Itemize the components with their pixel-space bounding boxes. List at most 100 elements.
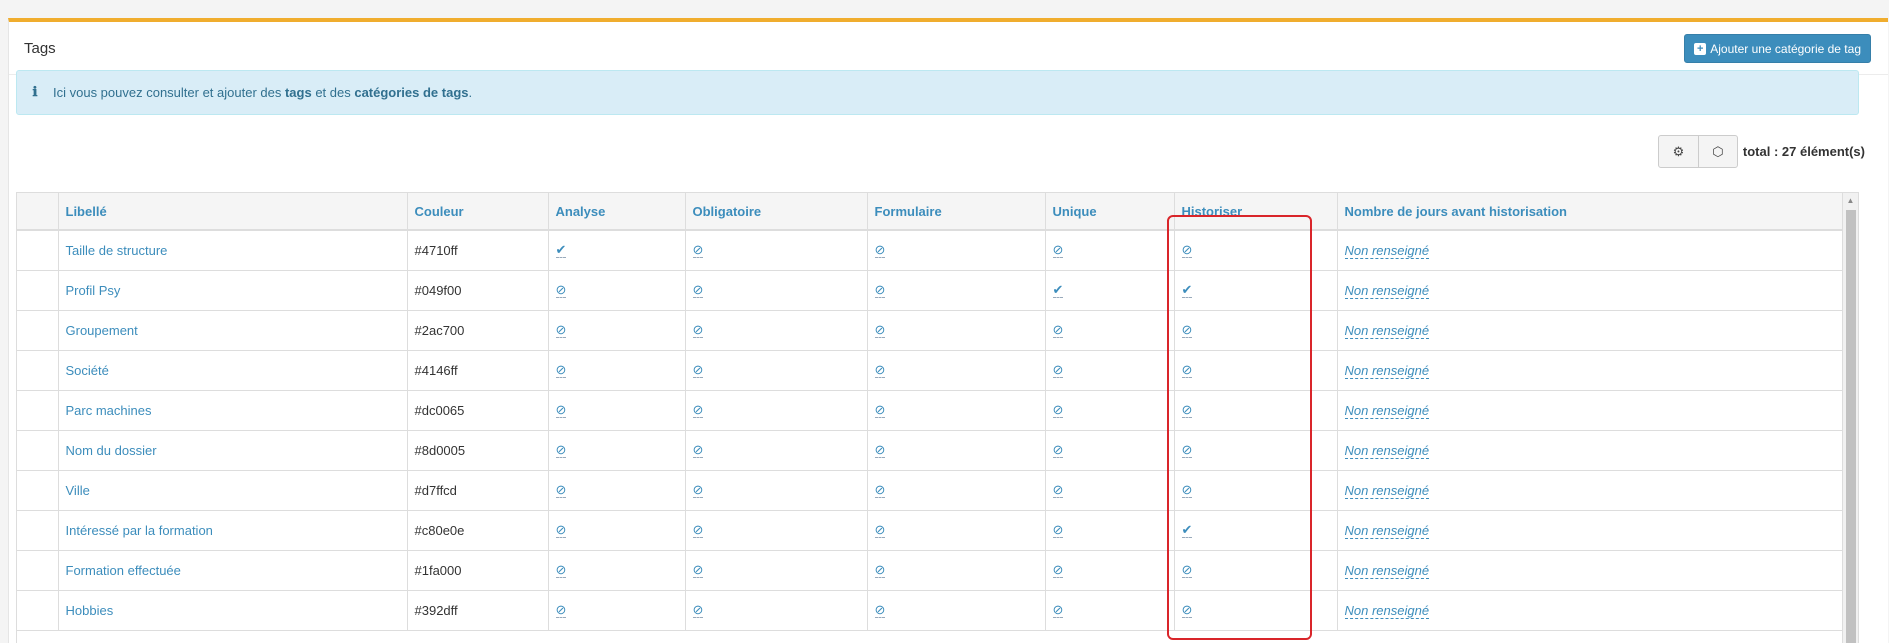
ban-icon[interactable]: ⊘ (1181, 603, 1193, 618)
row-select-cell[interactable] (17, 350, 59, 391)
days-cell: Non renseigné (1337, 550, 1844, 591)
column-header-couleur[interactable]: Couleur (407, 193, 549, 231)
tag-label-link[interactable]: Groupement (58, 310, 408, 351)
ban-icon[interactable]: ⊘ (1181, 563, 1193, 578)
row-select-cell[interactable] (17, 430, 59, 471)
ban-icon[interactable]: ⊘ (692, 483, 704, 498)
column-header-formulaire[interactable]: Formulaire (867, 193, 1046, 231)
row-select-cell[interactable] (17, 470, 59, 511)
ban-icon[interactable]: ⊘ (692, 243, 704, 259)
ban-icon[interactable]: ⊘ (874, 323, 886, 338)
row-select-cell[interactable] (17, 390, 59, 431)
ban-icon[interactable]: ⊘ (874, 603, 886, 618)
scrollbar-thumb[interactable] (1846, 210, 1856, 643)
tag-label-link[interactable]: Hobbies (58, 590, 408, 631)
row-select-cell[interactable] (17, 230, 59, 271)
column-header-libelle[interactable]: Libellé (58, 193, 408, 231)
check-icon[interactable]: ✔ (1181, 283, 1193, 298)
column-header-nombre-jours[interactable]: Nombre de jours avant historisation (1337, 193, 1844, 231)
days-editable[interactable]: Non renseigné (1344, 482, 1430, 499)
ban-icon[interactable]: ⊘ (1181, 363, 1193, 378)
tag-label-link[interactable]: Parc machines (58, 390, 408, 431)
column-header-historiser[interactable]: Historiser (1174, 193, 1338, 231)
ban-icon[interactable]: ⊘ (1052, 443, 1064, 458)
ban-icon[interactable]: ⊘ (874, 443, 886, 458)
tag-label-link[interactable]: Taille de structure (58, 230, 408, 271)
analyse-cell: ⊘ (548, 390, 686, 431)
ban-icon[interactable]: ⊘ (1181, 323, 1193, 338)
settings-button[interactable]: ⚙ (1659, 136, 1698, 167)
ban-icon[interactable]: ⊘ (874, 523, 886, 538)
ban-icon[interactable]: ⊘ (692, 323, 704, 338)
ban-icon[interactable]: ⊘ (1181, 483, 1193, 498)
ban-icon[interactable]: ⊘ (1181, 443, 1193, 458)
panel-header: Tags + Ajouter une catégorie de tag (9, 22, 1888, 75)
ban-icon[interactable]: ⊘ (692, 403, 704, 418)
column-header-unique[interactable]: Unique (1045, 193, 1175, 231)
tag-label-link[interactable]: Formation effectuée (58, 550, 408, 591)
ban-icon[interactable]: ⊘ (692, 523, 704, 538)
ban-icon[interactable]: ⊘ (555, 403, 567, 418)
ban-icon[interactable]: ⊘ (1052, 363, 1064, 378)
check-icon[interactable]: ✔ (555, 243, 567, 259)
row-select-cell[interactable] (17, 310, 59, 351)
days-editable[interactable]: Non renseigné (1344, 562, 1430, 579)
ban-icon[interactable]: ⊘ (692, 563, 704, 578)
check-icon[interactable]: ✔ (1052, 283, 1064, 298)
ban-icon[interactable]: ⊘ (555, 603, 567, 618)
row-select-cell[interactable] (17, 590, 59, 631)
column-header-analyse[interactable]: Analyse (548, 193, 686, 231)
ban-icon[interactable]: ⊘ (692, 603, 704, 618)
ban-icon[interactable]: ⊘ (555, 323, 567, 338)
ban-icon[interactable]: ⊘ (555, 563, 567, 578)
total-count: total : 27 élément(s) (1742, 144, 1865, 159)
ban-icon[interactable]: ⊘ (555, 523, 567, 538)
add-tag-category-button[interactable]: + Ajouter une catégorie de tag (1684, 34, 1871, 63)
days-editable[interactable]: Non renseigné (1344, 402, 1430, 419)
ban-icon[interactable]: ⊘ (1052, 403, 1064, 418)
ban-icon[interactable]: ⊘ (1052, 243, 1064, 259)
days-editable[interactable]: Non renseigné (1344, 282, 1430, 299)
ban-icon[interactable]: ⊘ (692, 283, 704, 298)
row-select-cell[interactable] (17, 510, 59, 551)
ban-icon[interactable]: ⊘ (1052, 323, 1064, 338)
tag-label-link[interactable]: Ville (58, 470, 408, 511)
days-editable[interactable]: Non renseigné (1344, 242, 1430, 259)
ban-icon[interactable]: ⊘ (874, 283, 886, 298)
ban-icon[interactable]: ⊘ (555, 443, 567, 458)
row-select-cell[interactable] (17, 550, 59, 591)
ban-icon[interactable]: ⊘ (874, 403, 886, 418)
days-editable[interactable]: Non renseigné (1344, 602, 1430, 619)
days-editable[interactable]: Non renseigné (1344, 322, 1430, 339)
ban-icon[interactable]: ⊘ (874, 243, 886, 259)
row-select-cell[interactable] (17, 270, 59, 311)
ban-icon[interactable]: ⊘ (874, 563, 886, 578)
tags-table-container: Libellé Couleur Analyse Obligatoire Form… (16, 192, 1859, 643)
historiser-cell: ⊘ (1174, 350, 1338, 391)
ban-icon[interactable]: ⊘ (692, 443, 704, 458)
days-editable[interactable]: Non renseigné (1344, 362, 1430, 379)
check-icon[interactable]: ✔ (1181, 523, 1193, 538)
ban-icon[interactable]: ⊘ (874, 363, 886, 378)
ban-icon[interactable]: ⊘ (555, 363, 567, 378)
ban-icon[interactable]: ⊘ (1181, 243, 1193, 259)
ban-icon[interactable]: ⊘ (1052, 483, 1064, 498)
days-editable[interactable]: Non renseigné (1344, 522, 1430, 539)
ban-icon[interactable]: ⊘ (692, 363, 704, 378)
ban-icon[interactable]: ⊘ (1181, 403, 1193, 418)
tag-label-link[interactable]: Profil Psy (58, 270, 408, 311)
days-editable[interactable]: Non renseigné (1344, 442, 1430, 459)
scroll-up-icon[interactable]: ▲ (1843, 193, 1858, 209)
ban-icon[interactable]: ⊘ (1052, 563, 1064, 578)
ban-icon[interactable]: ⊘ (555, 283, 567, 298)
ban-icon[interactable]: ⊘ (555, 483, 567, 498)
ban-icon[interactable]: ⊘ (1052, 523, 1064, 538)
tag-label-link[interactable]: Nom du dossier (58, 430, 408, 471)
cube-button[interactable]: ⬡ (1697, 136, 1737, 167)
column-header-obligatoire[interactable]: Obligatoire (685, 193, 868, 231)
tag-label-link[interactable]: Société (58, 350, 408, 391)
ban-icon[interactable]: ⊘ (1052, 603, 1064, 618)
vertical-scrollbar[interactable]: ▲ (1842, 193, 1858, 643)
tag-label-link[interactable]: Intéressé par la formation (58, 510, 408, 551)
ban-icon[interactable]: ⊘ (874, 483, 886, 498)
